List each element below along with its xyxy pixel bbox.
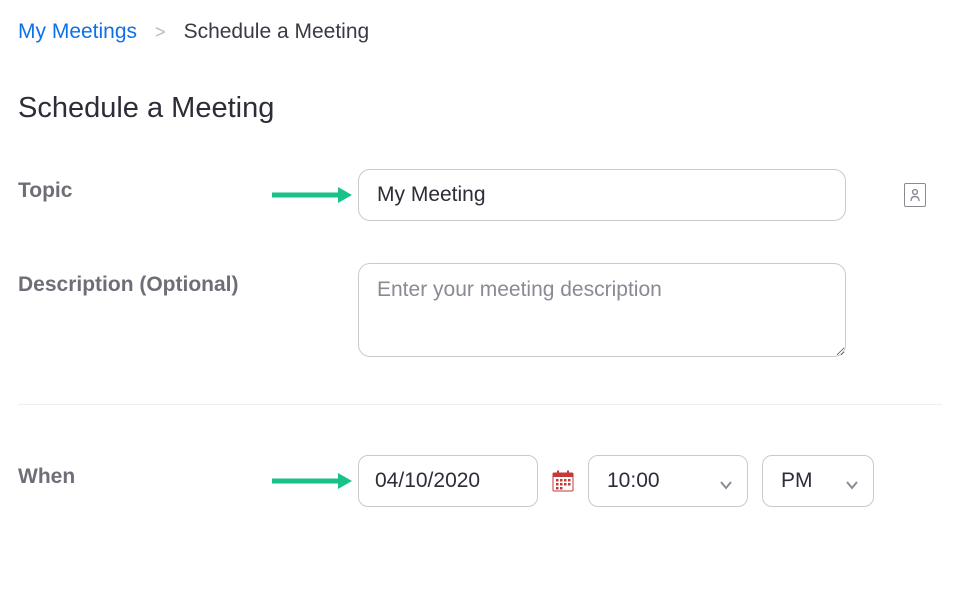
- chevron-down-icon: [845, 474, 859, 488]
- time-value: 10:00: [607, 469, 660, 493]
- breadcrumb-root-link[interactable]: My Meetings: [18, 20, 137, 44]
- when-label: When: [18, 465, 75, 488]
- ampm-select[interactable]: PM: [762, 455, 874, 507]
- breadcrumb: My Meetings > Schedule a Meeting: [18, 20, 942, 44]
- chevron-down-icon: [719, 474, 733, 488]
- calendar-icon[interactable]: [552, 470, 574, 492]
- topic-row: Topic: [18, 169, 942, 221]
- topic-input[interactable]: [358, 169, 846, 221]
- contact-card-icon[interactable]: [904, 183, 926, 207]
- date-input[interactable]: [358, 455, 538, 507]
- description-label: Description (Optional): [18, 273, 239, 296]
- description-textarea[interactable]: [358, 263, 846, 357]
- time-select[interactable]: 10:00: [588, 455, 748, 507]
- ampm-value: PM: [781, 469, 813, 493]
- page-title: Schedule a Meeting: [18, 92, 942, 125]
- topic-label: Topic: [18, 179, 72, 202]
- section-divider: [18, 404, 942, 405]
- breadcrumb-current: Schedule a Meeting: [184, 20, 370, 44]
- breadcrumb-separator: >: [155, 22, 166, 43]
- when-row: When 10:00: [18, 455, 942, 507]
- description-row: Description (Optional): [18, 263, 942, 362]
